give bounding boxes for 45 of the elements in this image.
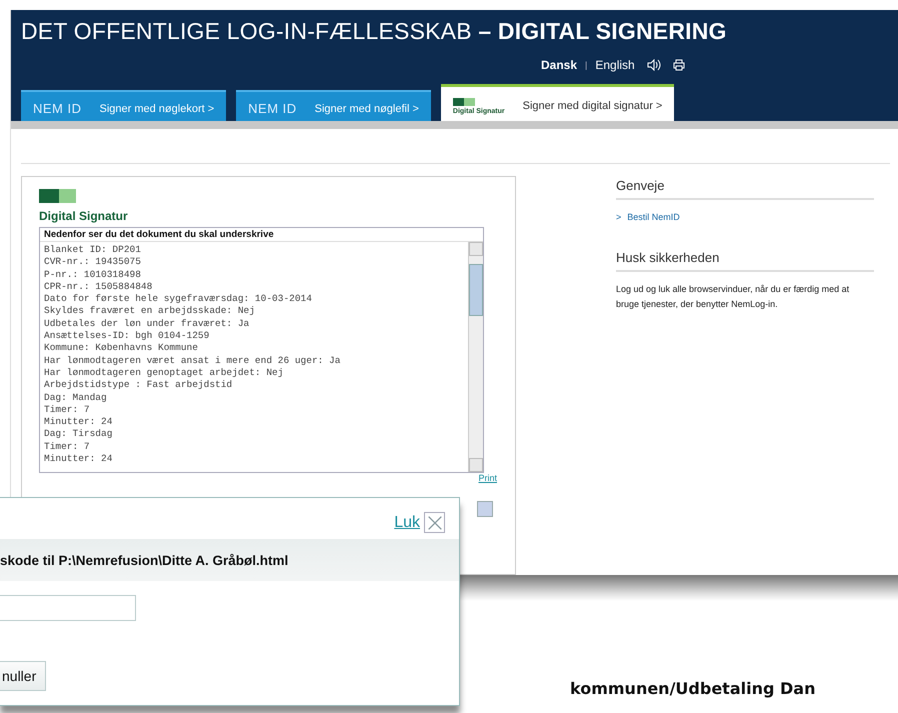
document-line: Arbejdstidstype : Fast arbejdstid [44, 379, 234, 392]
document-line: CVR-nr.: 19435075 [44, 256, 142, 269]
document-line: Har lønmodtageren været ansat i mere end 26 uger: Ja [44, 354, 342, 367]
cancel-button[interactable]: nuller [0, 661, 46, 691]
separator: | [585, 60, 588, 70]
document-line: Dag: Mandag [44, 392, 108, 404]
scrollbar[interactable] [468, 242, 483, 472]
security-note: Log ud og luk alle browservinduer, når du er færdig med at bruge tjenester, der benytter NemLog-in. [616, 283, 850, 311]
section-heading: Genveje [616, 176, 874, 200]
printer-icon[interactable] [672, 59, 685, 71]
document-line: Har lønmodtageren genoptaget arbejdet: Nej [44, 366, 284, 380]
document-line: CPR-nr.: 1505884848 [44, 280, 154, 294]
logo-icon [39, 189, 76, 203]
document-line: Minutter: 24 [44, 453, 114, 466]
document-line: Timer: 7 [44, 440, 91, 454]
tab-brand: NEM ID [248, 101, 297, 116]
chevron-icon: > [616, 212, 622, 222]
section-heading: Husk sikkerheden [616, 248, 874, 272]
document-line: P-nr.: 1010318498 [44, 268, 142, 281]
caption-text: kommunen/Udbetaling Dan [570, 679, 816, 698]
tab-label: Signer med nøglekort > [100, 102, 214, 114]
document-line: Udbetales der løn under fraværet: Ja [44, 318, 250, 330]
language-link[interactable]: English [595, 58, 635, 72]
shortcut-link[interactable]: Bestil NemID [627, 212, 680, 222]
tab-label: Signer med nøglefil > [314, 102, 419, 114]
print-link[interactable]: Print [478, 473, 497, 483]
language-link[interactable]: Dansk [541, 58, 578, 72]
speaker-icon[interactable] [646, 59, 661, 71]
tab-brand: NEM ID [33, 101, 82, 116]
document-line: Dato for første hele sygefraværsdag: 10-03-2014 [44, 293, 313, 306]
logo-text: Digital Signatur [39, 209, 129, 223]
document-line: Minutter: 24 [44, 416, 114, 428]
document-line: Dag: Tirsdag [44, 428, 114, 441]
document-line: Skyldes fraværet en arbejdsskade: Nej [44, 305, 256, 318]
document-line: Kommune: Københavns Kommune [44, 342, 199, 355]
dialog-heading: skode til P:\Nemrefusion\Ditte A. Gråbøl.html [0, 552, 288, 568]
document-line: Blanket ID: DP201 [44, 244, 142, 256]
close-link[interactable]: Luk [394, 514, 420, 532]
document-caption: Nedenfor ser du det dokument du skal underskrive [43, 228, 275, 241]
tab-label: Signer med digital signatur > [522, 100, 662, 112]
input-field[interactable] [0, 595, 136, 621]
page-title: DET OFFENTLIGE LOG-IN-FÆLLESSKAB – DIGITAL SIGNERING [21, 18, 728, 45]
document-line: Ansættelses-ID: bgh 0104-1259 [44, 330, 210, 342]
document-line: Timer: 7 [44, 404, 91, 416]
close-icon[interactable] [424, 512, 445, 533]
